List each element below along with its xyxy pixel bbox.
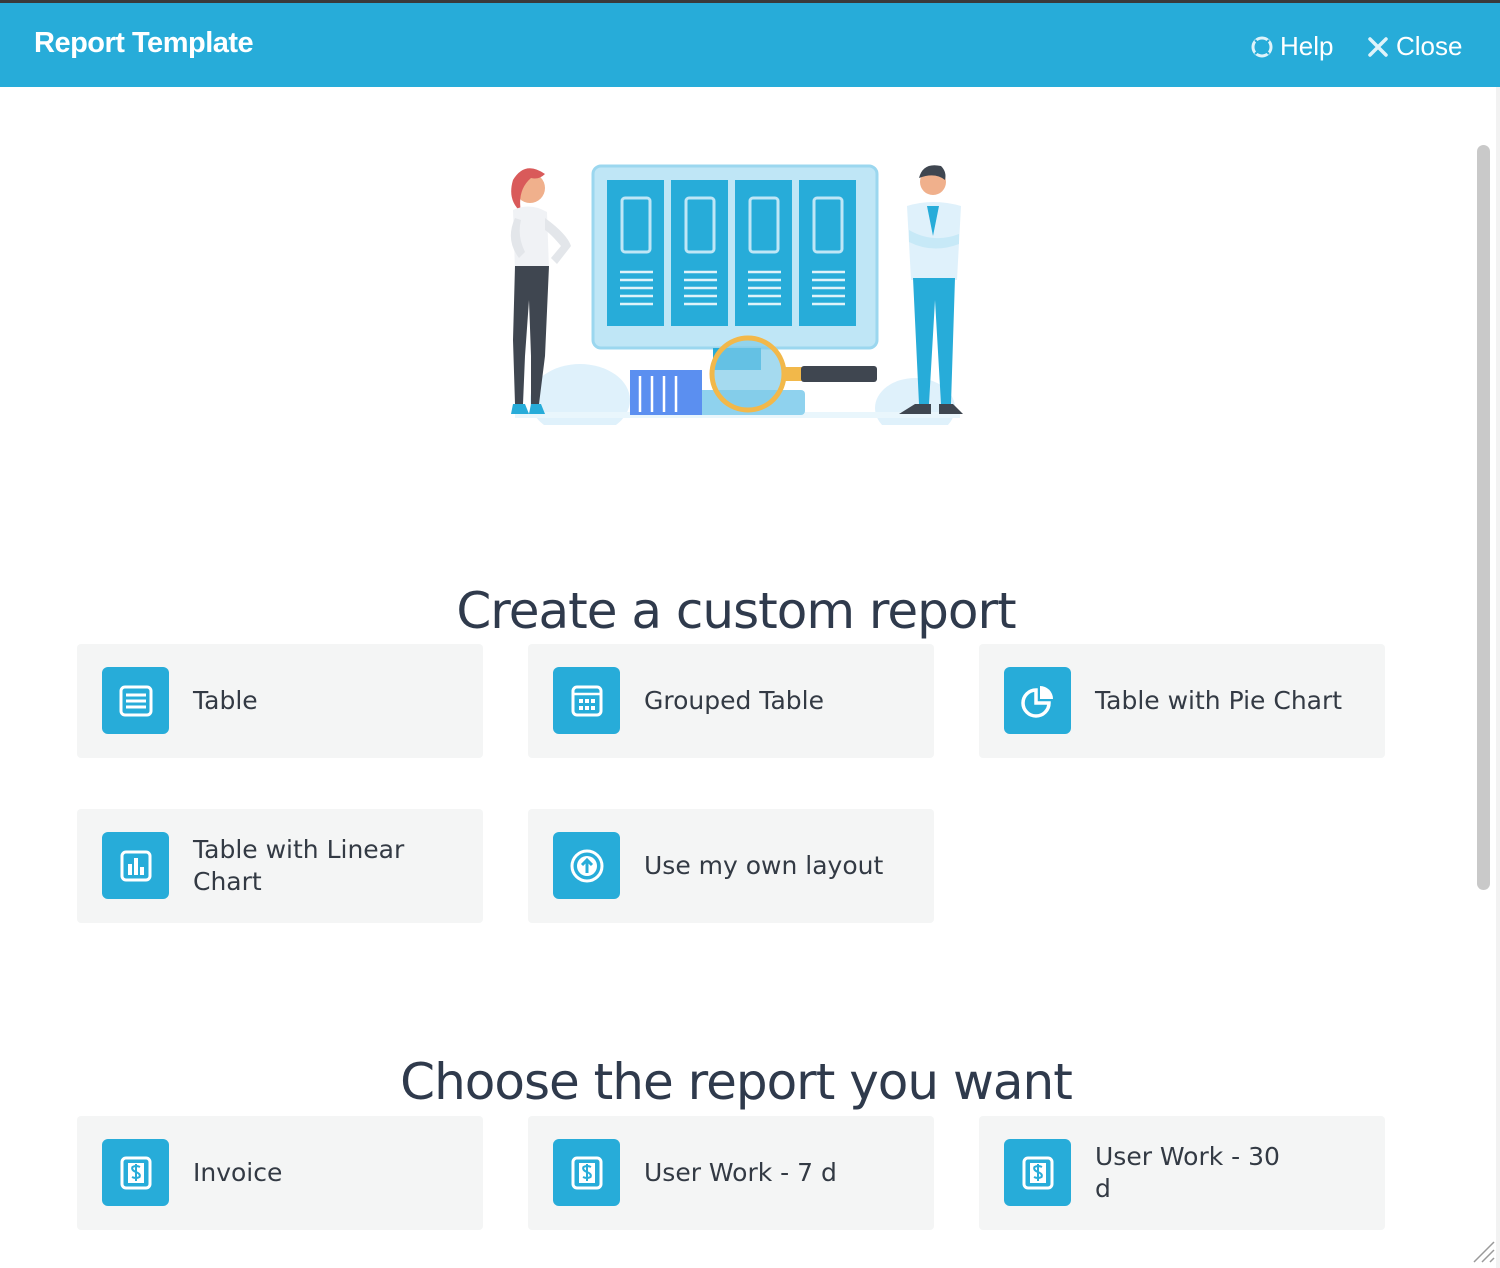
invoice-icon xyxy=(102,1139,169,1206)
dialog-title: Report Template xyxy=(34,27,254,59)
grouped-table-icon xyxy=(553,667,620,734)
card-label: Table with Pie Chart xyxy=(1095,686,1343,715)
help-button[interactable]: Help xyxy=(1250,31,1333,62)
card-label: Invoice xyxy=(193,1158,283,1187)
pie-chart-icon xyxy=(1004,667,1071,734)
card-user-work-7d[interactable]: User Work - 7 d xyxy=(528,1116,934,1230)
card-label: User Work - 30 d xyxy=(1095,1142,1280,1203)
card-table[interactable]: Table xyxy=(77,644,483,758)
choose-report-heading: Choose the report you want xyxy=(400,1052,1073,1111)
bar-chart-icon xyxy=(102,832,169,899)
upload-icon xyxy=(553,832,620,899)
card-label: Use my own layout xyxy=(644,851,884,880)
card-grouped-table[interactable]: Grouped Table xyxy=(528,644,934,758)
table-icon xyxy=(102,667,169,734)
card-label: Table with Linear Chart xyxy=(193,835,405,896)
card-label: Table xyxy=(193,686,258,715)
help-label: Help xyxy=(1280,31,1334,61)
close-button[interactable]: Close xyxy=(1366,31,1462,62)
dialog-header: Report Template Help Close xyxy=(0,3,1500,87)
invoice-icon xyxy=(1004,1139,1071,1206)
card-use-my-own-layout[interactable]: Use my own layout xyxy=(528,809,934,923)
body-right-edge xyxy=(1496,87,1500,1268)
card-label: User Work - 7 d xyxy=(644,1158,837,1187)
lifebuoy-icon xyxy=(1251,36,1273,57)
card-table-with-pie-chart[interactable]: Table with Pie Chart xyxy=(979,644,1385,758)
invoice-icon xyxy=(553,1139,620,1206)
vertical-scrollbar[interactable] xyxy=(1477,145,1490,890)
resize-grip-icon[interactable] xyxy=(1470,1238,1496,1264)
close-icon xyxy=(1368,36,1388,57)
card-table-with-linear-chart[interactable]: Table with Linear Chart xyxy=(77,809,483,923)
card-user-work-30d[interactable]: User Work - 30 d xyxy=(979,1116,1385,1230)
card-invoice[interactable]: Invoice xyxy=(77,1116,483,1230)
close-label: Close xyxy=(1396,31,1463,61)
custom-report-heading: Create a custom report xyxy=(456,581,1016,640)
card-label: Grouped Table xyxy=(644,686,824,715)
report-illustration xyxy=(510,164,963,425)
